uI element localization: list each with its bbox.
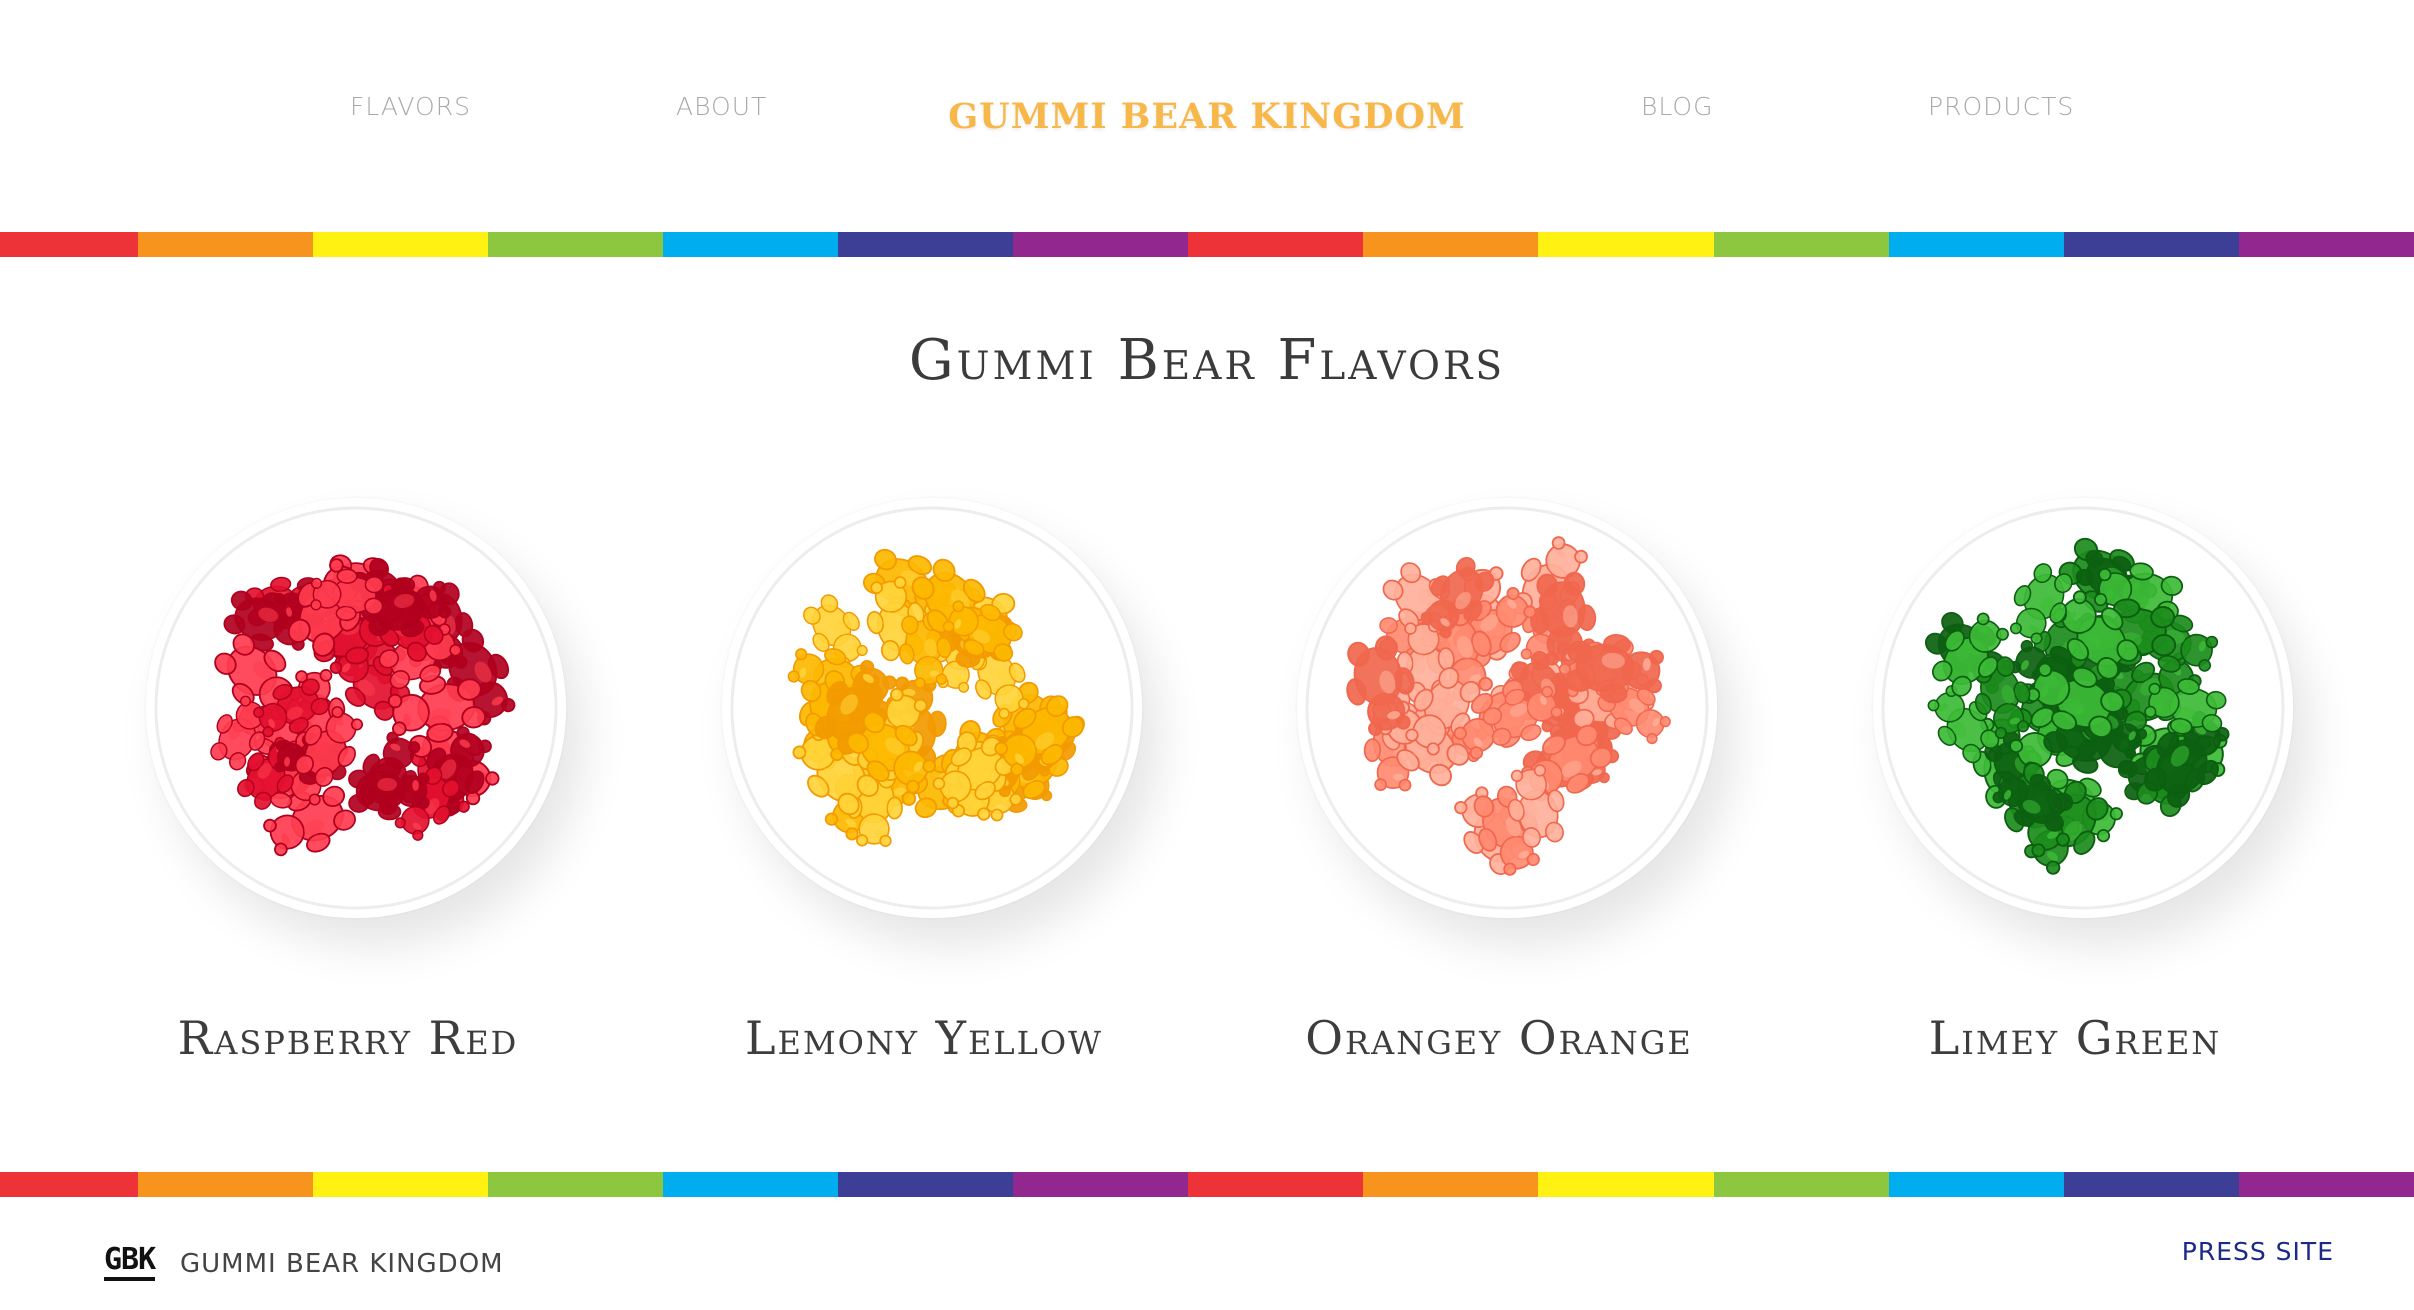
top-navigation: FLAVORS ABOUT GUMMI BEAR KINGDOM BLOG PR… — [0, 0, 2414, 232]
stripe-segment — [1713, 1172, 1889, 1197]
flavor-name: Limey Green — [1928, 1011, 2222, 1065]
flavor-name: Orangey Orange — [1305, 1011, 1693, 1065]
stripe-segment — [487, 1172, 663, 1197]
gbk-logo-icon[interactable]: GBK — [104, 1244, 156, 1281]
brand-title[interactable]: GUMMI BEAR KINGDOM — [948, 96, 1465, 137]
stripe-segment — [1013, 1172, 1189, 1197]
nav-link-products[interactable]: PRODUCTS — [1928, 92, 2074, 121]
rainbow-divider-top — [0, 232, 2414, 257]
rainbow-divider-bottom — [0, 1172, 2414, 1197]
stripe-segment — [2238, 1172, 2414, 1197]
stripe-segment — [1363, 1172, 1539, 1197]
gummy-bears-illustration — [1305, 506, 1709, 910]
stripe-segment — [1538, 232, 1714, 257]
gummy-bears-illustration — [154, 506, 558, 910]
press-site-link[interactable]: PRESS SITE — [2182, 1237, 2334, 1266]
gummy-pile — [787, 548, 1085, 847]
stripe-segment — [487, 232, 663, 257]
stripe-segment — [663, 232, 839, 257]
footer: GBK GUMMI BEAR KINGDOM PRESS SITE — [0, 1197, 2414, 1310]
stripe-segment — [1013, 232, 1189, 257]
gummy-pile — [1925, 537, 2230, 875]
stripe-segment — [2238, 232, 2414, 257]
stripe-segment — [2063, 1172, 2239, 1197]
stripe-segment — [2063, 232, 2239, 257]
gummy-bowl-image — [1873, 498, 2293, 918]
footer-brand-name: GUMMI BEAR KINGDOM — [180, 1249, 504, 1279]
gummy-bowl-image — [146, 498, 566, 918]
flavor-name: Lemony Yellow — [744, 1011, 1103, 1065]
nav-link-blog[interactable]: BLOG — [1641, 92, 1713, 121]
stripe-segment — [1188, 232, 1364, 257]
stripe-segment — [838, 232, 1014, 257]
stripe-segment — [1538, 1172, 1714, 1197]
stripe-segment — [1363, 232, 1539, 257]
page-title: Gummi Bear Flavors — [908, 327, 1506, 393]
stripe-segment — [1888, 232, 2064, 257]
gummy-pile — [1346, 536, 1671, 876]
stripe-segment — [137, 232, 313, 257]
gummy-pile — [210, 554, 516, 857]
stripe-segment — [312, 232, 488, 257]
stripe-segment — [838, 1172, 1014, 1197]
stripe-segment — [1888, 1172, 2064, 1197]
flavor-name: Raspberry Red — [177, 1011, 519, 1065]
gummy-bowl-image — [1297, 498, 1717, 918]
stripe-segment — [1188, 1172, 1364, 1197]
stripe-segment — [0, 232, 138, 257]
nav-link-about[interactable]: ABOUT — [676, 92, 767, 121]
stripe-segment — [663, 1172, 839, 1197]
gummy-bears-illustration — [1881, 506, 2285, 910]
gummy-bears-illustration — [730, 506, 1134, 910]
stripe-segment — [0, 1172, 138, 1197]
stripe-segment — [1713, 232, 1889, 257]
gummy-bowl-image — [722, 498, 1142, 918]
nav-link-flavors[interactable]: FLAVORS — [350, 92, 471, 121]
stripe-segment — [137, 1172, 313, 1197]
stripe-segment — [312, 1172, 488, 1197]
